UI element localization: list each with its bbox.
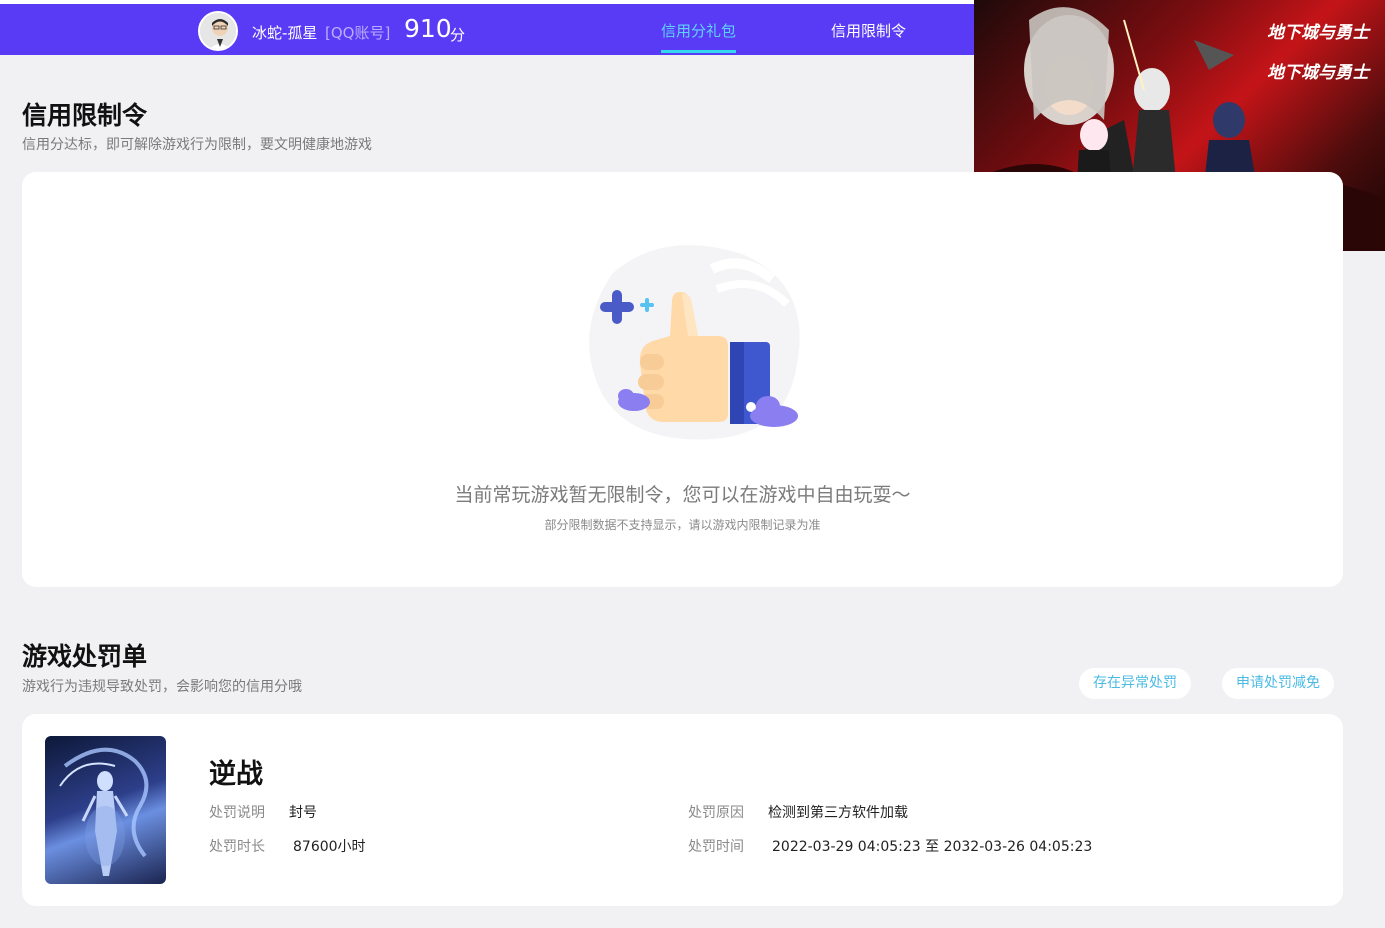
penalty-reason-value: 检测到第三方软件加载 — [768, 805, 908, 821]
thumbs-up-icon — [589, 245, 800, 440]
game-logo-text-secondary: 地下城与勇士 — [1267, 63, 1369, 83]
game-logo-text: 地下城与勇士 — [1267, 23, 1369, 43]
restriction-card: 当前常玩游戏暂无限制令，您可以在游戏中自由玩耍～ 部分限制数据不支持显示，请以游… — [22, 172, 1343, 587]
empty-state-note: 部分限制数据不支持显示，请以游戏内限制记录为准 — [544, 518, 821, 532]
appeal-penalty-button[interactable]: 申请处罚减免 — [1222, 668, 1334, 699]
restriction-section-subtitle: 信用分达标，即可解除游戏行为限制，要文明健康地游戏 — [22, 137, 372, 153]
tab-credit-restriction[interactable]: 信用限制令 — [831, 20, 906, 41]
avatar[interactable] — [198, 11, 238, 51]
credit-score-unit: 分 — [450, 26, 466, 44]
game-character-artwork — [59, 747, 149, 876]
credit-score: 910 — [404, 14, 452, 43]
penalty-section-subtitle: 游戏行为违规导致处罚，会影响您的信用分哦 — [22, 679, 302, 695]
restriction-section-title: 信用限制令 — [22, 101, 148, 130]
empty-state-illustration — [572, 234, 812, 454]
penalty-desc-label: 处罚说明 — [209, 805, 265, 821]
penalty-time-label: 处罚时间 — [688, 839, 744, 855]
game-name: 逆战 — [209, 759, 263, 790]
penalty-desc-value: 封号 — [289, 805, 317, 821]
penalty-time-value: 2022-03-29 04:05:23 至 2032-03-26 04:05:2… — [772, 839, 1093, 855]
empty-state-message: 当前常玩游戏暂无限制令，您可以在游戏中自由玩耍～ — [454, 484, 911, 506]
penalty-card: 逆战 处罚说明 封号 处罚原因 检测到第三方软件加载 处罚时长 87600小时 … — [22, 714, 1343, 906]
game-thumbnail[interactable] — [45, 736, 166, 884]
penalty-reason-label: 处罚原因 — [688, 805, 744, 821]
tab-credit-gift[interactable]: 信用分礼包 — [661, 20, 737, 53]
user-avatar-icon — [200, 13, 236, 49]
abnormal-penalty-button[interactable]: 存在异常处罚 — [1079, 668, 1191, 699]
penalty-section-title: 游戏处罚单 — [22, 642, 148, 671]
user-name: 冰蛇-孤星 — [252, 24, 318, 42]
penalty-duration-value: 87600小时 — [293, 839, 366, 855]
penalty-duration-label: 处罚时长 — [209, 839, 265, 855]
account-type: [QQ账号] — [325, 24, 391, 42]
